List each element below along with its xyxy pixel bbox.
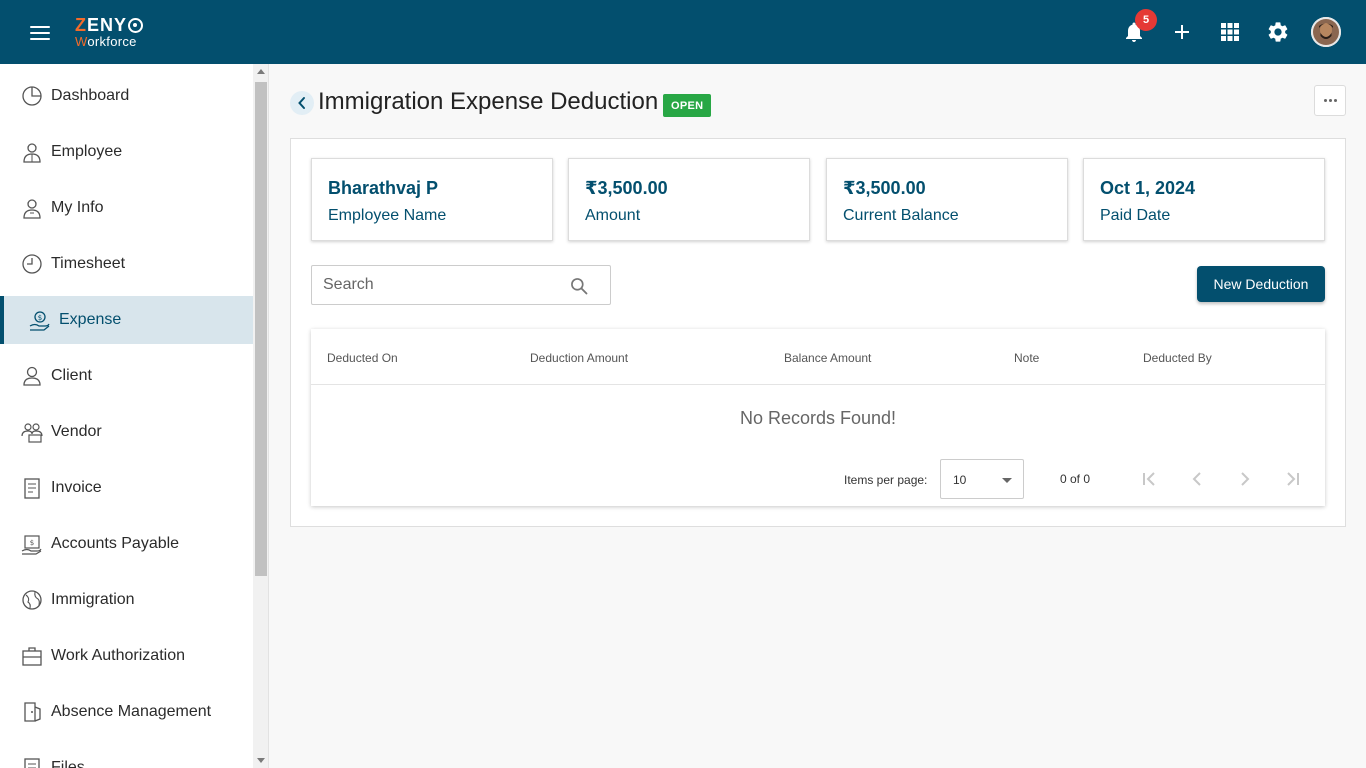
my-info-icon xyxy=(23,199,41,219)
more-options-button[interactable] xyxy=(1314,85,1346,116)
stat-label: Paid Date xyxy=(1100,207,1171,224)
chevron-left-icon xyxy=(298,97,305,109)
stat-label: Amount xyxy=(585,207,641,224)
column-header-balance-amount[interactable]: Balance Amount xyxy=(784,351,871,365)
sidebar-item-label: Immigration xyxy=(51,591,135,608)
sidebar-item-employee[interactable]: Employee xyxy=(0,128,253,176)
next-page-icon[interactable] xyxy=(1233,467,1257,491)
top-bar: Z ENY Workforce 5 xyxy=(0,0,1366,64)
sidebar-item-label: Vendor xyxy=(51,423,102,440)
column-header-note[interactable]: Note xyxy=(1014,351,1039,365)
dot-icon xyxy=(1323,99,1327,102)
new-deduction-button[interactable]: New Deduction xyxy=(1197,266,1325,302)
apps-grid-icon[interactable] xyxy=(1218,20,1242,44)
search-box xyxy=(311,265,611,305)
stat-value: Oct 1, 2024 xyxy=(1100,178,1196,198)
files-icon xyxy=(24,758,40,768)
stat-card-amount: ₹3,500.00 Amount xyxy=(568,158,810,241)
globe-icon xyxy=(22,590,42,610)
empty-state-message: No Records Found! xyxy=(739,408,897,428)
dot-icon xyxy=(1333,99,1337,102)
first-page-icon[interactable] xyxy=(1137,467,1161,491)
notification-badge: 5 xyxy=(1135,9,1157,31)
gear-icon[interactable] xyxy=(1266,20,1290,44)
sidebar-item-client[interactable]: Client xyxy=(0,352,253,400)
sidebar-item-my-info[interactable]: My Info xyxy=(0,184,253,232)
sidebar-item-vendor[interactable]: Vendor xyxy=(0,408,253,456)
sidebar-item-label: Accounts Payable xyxy=(51,535,180,552)
deductions-table: Deducted On Deduction Amount Balance Amo… xyxy=(311,329,1325,506)
column-header-deducted-on[interactable]: Deducted On xyxy=(327,351,398,365)
client-icon xyxy=(23,366,41,386)
sidebar-item-label: Dashboard xyxy=(51,87,130,104)
door-icon xyxy=(24,702,41,722)
pagination-range: 0 of 0 xyxy=(1060,472,1091,486)
back-button[interactable] xyxy=(290,91,314,115)
stat-label: Employee Name xyxy=(328,207,447,224)
column-header-deduction-amount[interactable]: Deduction Amount xyxy=(530,351,628,365)
employee-icon xyxy=(23,143,41,163)
scroll-up-arrow-icon[interactable] xyxy=(257,69,265,74)
expense-icon: $ xyxy=(29,311,50,331)
sidebar-item-accounts-payable[interactable]: $ Accounts Payable xyxy=(0,520,253,568)
sidebar-item-timesheet[interactable]: Timesheet xyxy=(0,240,253,288)
dropdown-arrow-icon xyxy=(1002,478,1012,483)
stat-card-paid-date: Oct 1, 2024 Paid Date xyxy=(1083,158,1325,241)
stat-value: ₹3,500.00 xyxy=(843,178,926,198)
accounts-payable-icon: $ xyxy=(21,535,42,555)
search-icon[interactable] xyxy=(569,276,589,296)
sidebar-item-label: Employee xyxy=(51,143,123,160)
sidebar-item-dashboard[interactable]: Dashboard xyxy=(0,72,253,120)
svg-text:$: $ xyxy=(30,539,34,547)
menu-icon[interactable] xyxy=(30,26,50,40)
avatar[interactable] xyxy=(1311,17,1341,47)
sidebar-item-invoice[interactable]: Invoice xyxy=(0,464,253,512)
stat-value: ₹3,500.00 xyxy=(585,178,668,198)
sidebar-item-label: Client xyxy=(51,367,92,384)
sidebar-item-label: Expense xyxy=(59,311,122,328)
sidebar-item-label: Files xyxy=(51,759,85,768)
briefcase-icon xyxy=(22,647,42,666)
stat-card-employee-name: Bharathvaj P Employee Name xyxy=(311,158,553,241)
search-input[interactable] xyxy=(312,266,562,304)
last-page-icon[interactable] xyxy=(1281,467,1305,491)
status-badge: OPEN xyxy=(663,94,712,117)
sidebar-item-absence-management[interactable]: Absence Management xyxy=(0,688,253,736)
items-per-page-select[interactable]: 10 xyxy=(940,459,1024,499)
column-header-deducted-by[interactable]: Deducted By xyxy=(1143,351,1212,365)
sidebar: Dashboard Employee My Info Timesheet $ Expens… xyxy=(0,64,253,768)
sidebar-item-label: My Info xyxy=(51,199,104,216)
sidebar-item-work-authorization[interactable]: Work Authorization xyxy=(0,632,253,680)
dot-icon xyxy=(1328,99,1332,102)
plus-icon[interactable] xyxy=(1170,20,1194,44)
logo[interactable]: Z ENY Workforce xyxy=(75,15,144,48)
stat-card-current-balance: ₹3,500.00 Current Balance xyxy=(826,158,1068,241)
scroll-down-arrow-icon[interactable] xyxy=(257,758,265,763)
sidebar-item-immigration[interactable]: Immigration xyxy=(0,576,253,624)
page-title: Immigration Expense Deduction xyxy=(318,88,659,115)
stat-value: Bharathvaj P xyxy=(328,178,439,198)
sidebar-item-label: Timesheet xyxy=(51,255,126,272)
sidebar-item-label: Work Authorization xyxy=(51,647,185,664)
dashboard-icon xyxy=(22,86,42,106)
items-per-page-label: Items per page: xyxy=(844,473,928,487)
sidebar-item-files[interactable]: Files xyxy=(0,744,253,768)
invoice-icon xyxy=(24,478,40,499)
svg-text:$: $ xyxy=(38,314,42,322)
stat-label: Current Balance xyxy=(843,207,959,224)
sidebar-item-label: Invoice xyxy=(51,479,102,496)
header-divider xyxy=(311,384,1325,385)
sidebar-item-label: Absence Management xyxy=(51,703,212,720)
items-per-page-value: 10 xyxy=(953,473,967,487)
scrollbar-thumb[interactable] xyxy=(255,82,267,576)
sidebar-scrollbar[interactable] xyxy=(253,64,269,768)
vendor-icon xyxy=(21,423,43,443)
logo-text: ENY xyxy=(87,15,128,35)
clock-icon xyxy=(22,254,42,274)
sidebar-item-expense[interactable]: $ Expense xyxy=(0,296,253,344)
previous-page-icon[interactable] xyxy=(1185,467,1209,491)
